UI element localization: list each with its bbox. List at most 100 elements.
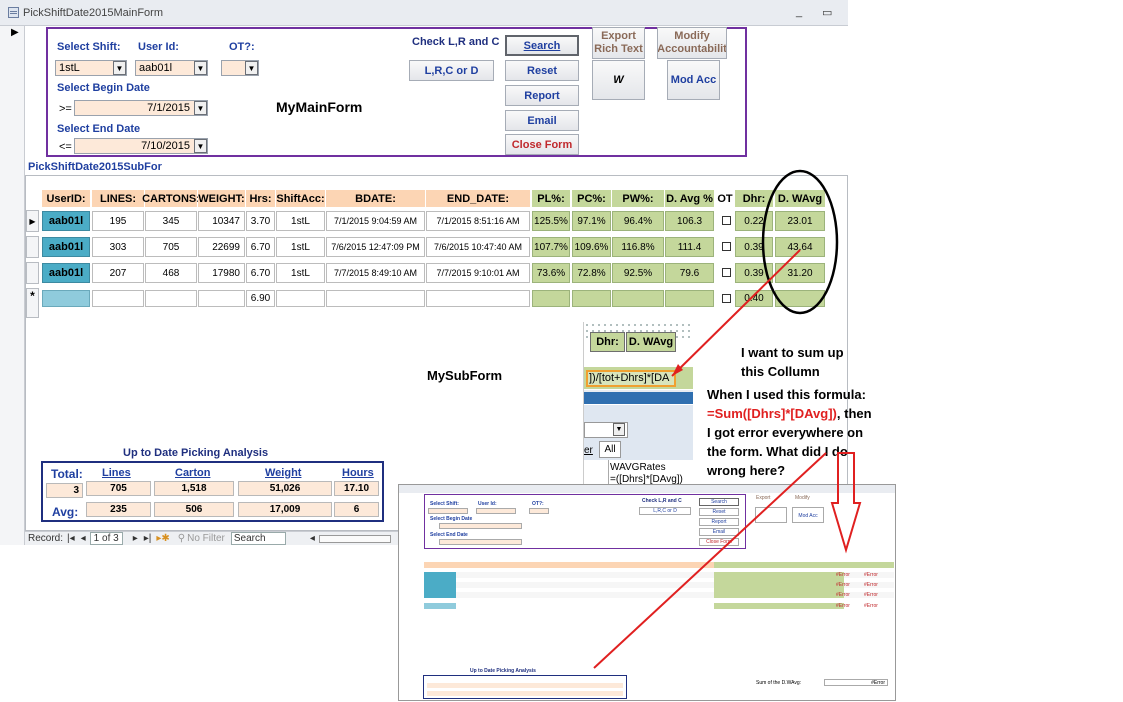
next-record-icon[interactable]: ▸	[133, 533, 138, 544]
word-export-button[interactable]: W	[592, 60, 645, 100]
cell-pc[interactable]: 97.1%	[572, 211, 611, 231]
inset-tab-er[interactable]: er	[584, 445, 593, 456]
prev-record-icon[interactable]: ◂	[81, 533, 86, 544]
cell-hrs[interactable]: 6.70	[246, 263, 275, 283]
cell-dwavg[interactable]: 31.20	[775, 263, 825, 283]
cell-cartons[interactable]: 468	[145, 263, 197, 283]
search-box[interactable]: Search	[230, 532, 286, 545]
begin-date-combo[interactable]: 7/1/2015 ▼	[74, 100, 208, 116]
cell-cartons[interactable]: 705	[145, 237, 197, 257]
cell-shiftacc[interactable]: 1stL	[276, 211, 325, 231]
inset-formula-textbox[interactable]: ])/[tot+Dhrs]*[DA	[586, 370, 676, 387]
begin-date-dropdown-icon[interactable]: ▼	[194, 101, 207, 115]
mod-acc-button[interactable]: Mod Acc	[667, 60, 720, 100]
cell-pl[interactable]: 73.6%	[532, 263, 570, 283]
inset-tab-all[interactable]: All	[599, 441, 621, 458]
first-record-icon[interactable]: |◂	[67, 533, 75, 544]
cell-pl[interactable]: 125.5%	[532, 211, 570, 231]
user-dropdown-icon[interactable]: ▼	[194, 61, 207, 75]
cell-pc[interactable]	[572, 290, 611, 307]
restore-button[interactable]: ▭	[822, 6, 832, 19]
close-form-button[interactable]: Close Form	[505, 134, 579, 155]
cell-enddate[interactable]: 7/1/2015 8:51:16 AM	[426, 211, 530, 231]
row-selector[interactable]	[26, 236, 39, 258]
ot-combo[interactable]: ▼	[221, 60, 259, 76]
minimize-button[interactable]: _	[796, 6, 802, 18]
new-record-nav-icon[interactable]: ▸✱	[156, 533, 169, 544]
col-header-dhr: Dhr:	[735, 190, 773, 207]
cell-userid[interactable]: aab01l	[42, 237, 90, 257]
cell-userid[interactable]: aab01l	[42, 263, 90, 283]
cell-enddate[interactable]	[426, 290, 530, 307]
cell-davg[interactable]: 106.3	[665, 211, 714, 231]
row-selector[interactable]	[26, 262, 39, 284]
cell-hrs[interactable]: 6.90	[246, 290, 275, 307]
cell-weight[interactable]: 10347	[198, 211, 245, 231]
cell-pc[interactable]: 109.6%	[572, 237, 611, 257]
horizontal-scrollbar[interactable]	[318, 534, 391, 543]
cell-pl[interactable]: 107.7%	[532, 237, 570, 257]
shift-dropdown-icon[interactable]: ▼	[113, 61, 126, 75]
end-date-combo[interactable]: 7/10/2015 ▼	[74, 138, 208, 154]
inset-dropdown-icon[interactable]: ▼	[613, 423, 625, 436]
cell-enddate[interactable]: 7/7/2015 9:10:01 AM	[426, 263, 530, 283]
cell-bdate[interactable]: 7/6/2015 12:47:09 PM	[326, 237, 425, 257]
cell-pc[interactable]: 72.8%	[572, 263, 611, 283]
cell-pw[interactable]: 96.4%	[612, 211, 664, 231]
cell-lines[interactable]	[92, 290, 144, 307]
email-button[interactable]: Email	[505, 110, 579, 131]
cell-davg[interactable]	[665, 290, 714, 307]
filter-icon[interactable]: ⚲	[178, 533, 185, 544]
ot-checkbox[interactable]	[722, 268, 731, 277]
cell-hrs[interactable]: 6.70	[246, 237, 275, 257]
cell-lines[interactable]: 303	[92, 237, 144, 257]
cell-lines[interactable]: 207	[92, 263, 144, 283]
cell-weight[interactable]: 22699	[198, 237, 245, 257]
shift-combo[interactable]: 1stL ▼	[55, 60, 127, 76]
cell-shiftacc[interactable]: 1stL	[276, 237, 325, 257]
cell-lines[interactable]: 195	[92, 211, 144, 231]
cell-davg[interactable]: 111.4	[665, 237, 714, 257]
cell-dwavg[interactable]	[775, 290, 825, 307]
cell-hrs[interactable]: 3.70	[246, 211, 275, 231]
end-date-dropdown-icon[interactable]: ▼	[194, 139, 207, 153]
cell-bdate[interactable]: 7/7/2015 8:49:10 AM	[326, 263, 425, 283]
cell-userid[interactable]: aab01l	[42, 211, 90, 231]
lrc-button[interactable]: L,R,C or D	[409, 60, 494, 81]
cell-dhr[interactable]: 0.39	[735, 263, 773, 283]
search-button[interactable]: Search	[505, 35, 579, 56]
ot-checkbox[interactable]	[722, 294, 731, 303]
report-button[interactable]: Report	[505, 85, 579, 106]
no-filter-label[interactable]: No Filter	[187, 533, 225, 544]
ot-checkbox[interactable]	[722, 216, 731, 225]
new-record-icon[interactable]: *	[26, 288, 39, 318]
cell-enddate[interactable]: 7/6/2015 10:47:40 AM	[426, 237, 530, 257]
user-combo[interactable]: aab01l ▼	[135, 60, 208, 76]
ot-dropdown-icon[interactable]: ▼	[245, 61, 258, 75]
cell-davg[interactable]: 79.6	[665, 263, 714, 283]
cell-dhr[interactable]: 0.39	[735, 237, 773, 257]
cell-shiftacc[interactable]	[276, 290, 325, 307]
cell-cartons[interactable]: 345	[145, 211, 197, 231]
cell-weight[interactable]: 17980	[198, 263, 245, 283]
record-position[interactable]: 1 of 3	[89, 532, 123, 545]
cell-pw[interactable]: 116.8%	[612, 237, 664, 257]
cell-pl[interactable]	[532, 290, 570, 307]
row-selector-current-icon[interactable]: ▶	[26, 210, 39, 232]
cell-userid[interactable]	[42, 290, 90, 307]
cell-bdate[interactable]: 7/1/2015 9:04:59 AM	[326, 211, 425, 231]
ot-checkbox[interactable]	[722, 242, 731, 251]
cell-dwavg[interactable]: 43.64	[775, 237, 825, 257]
cell-pw[interactable]	[612, 290, 664, 307]
last-record-icon[interactable]: ▸|	[144, 533, 152, 544]
scroll-left-icon[interactable]: ◂	[310, 533, 315, 544]
cell-cartons[interactable]	[145, 290, 197, 307]
reset-button[interactable]: Reset	[505, 60, 579, 81]
cell-dhr[interactable]: 0.40	[735, 290, 773, 307]
cell-shiftacc[interactable]: 1stL	[276, 263, 325, 283]
cell-weight[interactable]	[198, 290, 245, 307]
cell-dhr[interactable]: 0.22	[735, 211, 773, 231]
cell-dwavg[interactable]: 23.01	[775, 211, 825, 231]
cell-pw[interactable]: 92.5%	[612, 263, 664, 283]
cell-bdate[interactable]	[326, 290, 425, 307]
